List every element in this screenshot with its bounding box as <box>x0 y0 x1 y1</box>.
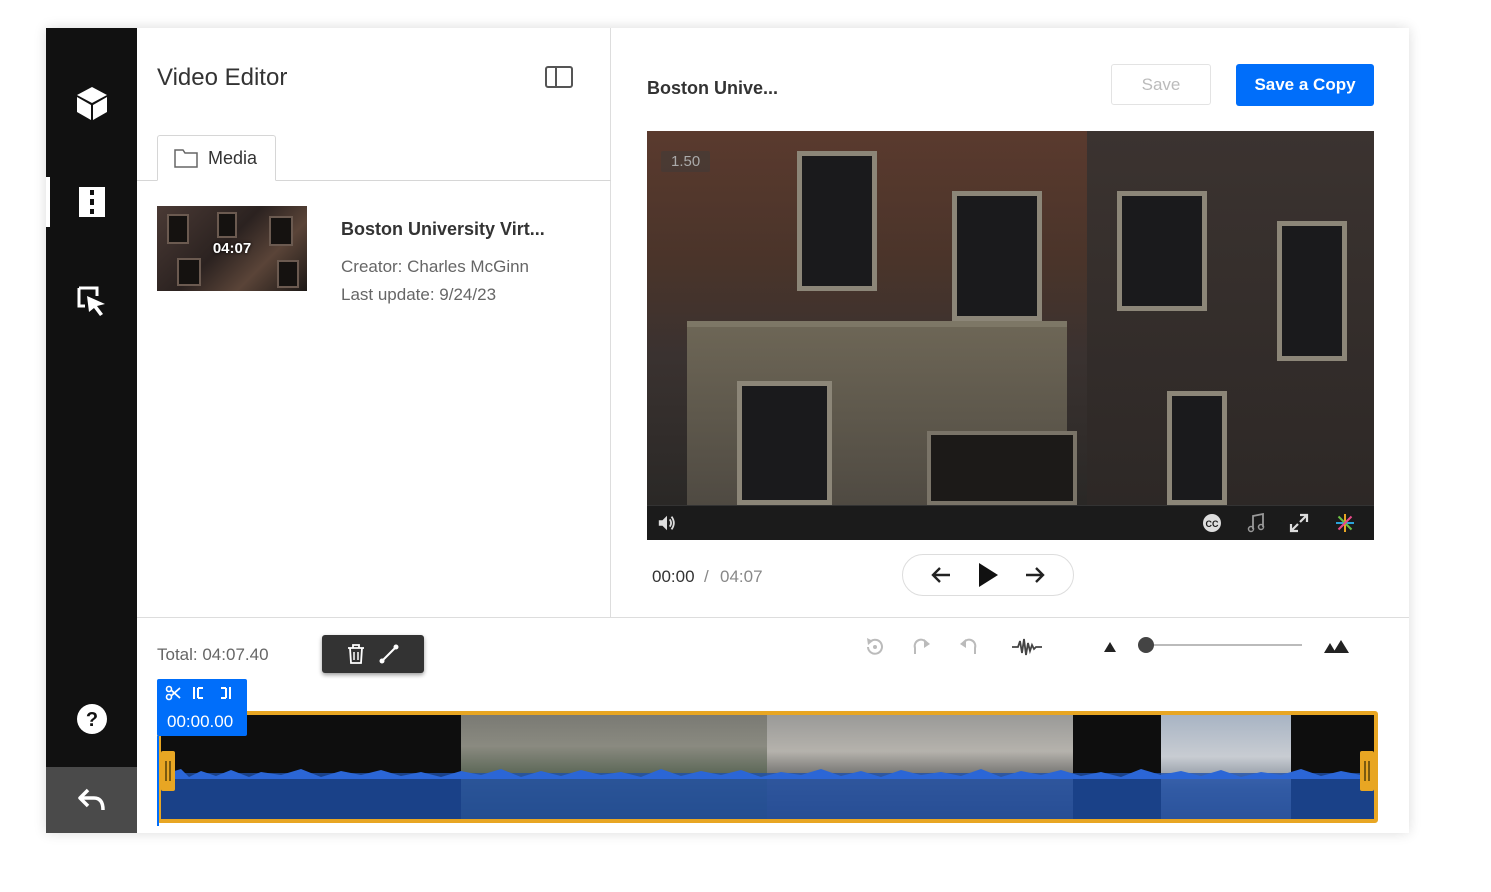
kaltura-logo-icon <box>1335 513 1355 533</box>
play-icon[interactable] <box>977 562 999 588</box>
split-scissors-icon[interactable] <box>165 685 181 701</box>
tab-media[interactable]: Media <box>157 135 276 181</box>
fade-curve-icon[interactable] <box>379 644 399 664</box>
help-icon: ? <box>76 704 107 734</box>
step-forward-arrow-icon[interactable] <box>1024 566 1046 584</box>
total-time: 04:07 <box>720 567 763 586</box>
media-thumbnail[interactable]: 04:07 <box>157 206 307 291</box>
clip-trim-handle-left[interactable] <box>161 751 175 791</box>
undo-back-icon <box>77 788 105 811</box>
video-editor-app: ? Video Editor Media 04:07 Boston Univer… <box>46 28 1409 833</box>
video-title: Boston Unive... <box>647 78 779 98</box>
current-time: 00:00 <box>652 567 695 586</box>
film-strip-icon <box>78 187 105 217</box>
clip-trim-handle-right[interactable] <box>1360 751 1374 791</box>
playhead-time: 00:00.00 <box>167 712 234 731</box>
audio-track-icon[interactable] <box>1246 513 1266 533</box>
nav-item-help[interactable]: ? <box>46 686 137 752</box>
folder-icon <box>174 149 198 168</box>
nav-item-interactions[interactable] <box>46 268 137 334</box>
step-back-arrow-icon[interactable] <box>930 566 952 584</box>
waveform-icon[interactable] <box>1010 635 1044 659</box>
media-panel: Video Editor Media 04:07 Boston Universi… <box>137 28 611 617</box>
panel-layout-toggle-icon[interactable] <box>545 66 573 88</box>
media-list-item[interactable]: 04:07 Boston University Virt... Creator:… <box>157 206 597 306</box>
svg-text:CC: CC <box>1206 519 1219 529</box>
tab-media-label: Media <box>208 147 258 168</box>
zoom-slider-thumb[interactable] <box>1138 637 1155 653</box>
audio-waveform <box>161 769 1374 819</box>
redo-icon[interactable] <box>910 635 934 659</box>
cube-icon <box>76 87 107 120</box>
zoom-out-icon[interactable] <box>1098 635 1122 659</box>
playback-speed-badge: 1.50 <box>661 151 711 172</box>
nav-item-clips[interactable] <box>46 169 137 235</box>
timeline-section: Total: 04:07.40 00:00.00 <box>137 617 1409 833</box>
clip-tools-popover <box>322 635 424 673</box>
media-last-update: Last update: 9/24/23 <box>341 285 497 304</box>
player-controls: CC <box>647 505 1374 540</box>
save-a-copy-button[interactable]: Save a Copy <box>1236 64 1374 106</box>
cursor-click-icon <box>77 286 105 316</box>
video-player[interactable]: 1.50 CC <box>647 131 1374 540</box>
trash-icon[interactable] <box>347 644 365 664</box>
preview-panel: Boston Unive... Save Save a Copy 1.50 CC… <box>612 28 1409 617</box>
media-name: Boston University Virt... <box>341 219 545 239</box>
media-duration: 04:07 <box>212 240 252 257</box>
fullscreen-icon[interactable] <box>1289 513 1309 533</box>
time-separator: / <box>704 567 709 586</box>
side-nav: ? <box>46 28 137 833</box>
zoom-slider-track[interactable] <box>1138 644 1302 646</box>
reset-icon[interactable] <box>863 635 887 659</box>
timeline-clip[interactable] <box>157 711 1378 823</box>
transport-controls <box>902 554 1074 596</box>
closed-captions-icon[interactable]: CC <box>1202 513 1222 533</box>
playhead-line[interactable] <box>157 736 159 826</box>
nav-back-button[interactable] <box>46 767 137 833</box>
nav-item-cube[interactable] <box>46 70 137 136</box>
timeline-total: Total: 04:07.40 <box>157 645 269 664</box>
media-creator: Creator: Charles McGinn <box>341 257 530 276</box>
svg-text:?: ? <box>85 709 97 731</box>
video-frame: 1.50 <box>647 131 1374 505</box>
set-out-point-icon[interactable] <box>217 685 233 701</box>
save-button[interactable]: Save <box>1111 64 1211 105</box>
page-title: Video Editor <box>157 64 288 91</box>
playhead-marker[interactable]: 00:00.00 <box>157 679 247 736</box>
zoom-in-icon[interactable] <box>1321 635 1351 659</box>
volume-icon[interactable] <box>657 513 677 533</box>
undo-icon[interactable] <box>956 635 980 659</box>
set-in-point-icon[interactable] <box>191 685 207 701</box>
